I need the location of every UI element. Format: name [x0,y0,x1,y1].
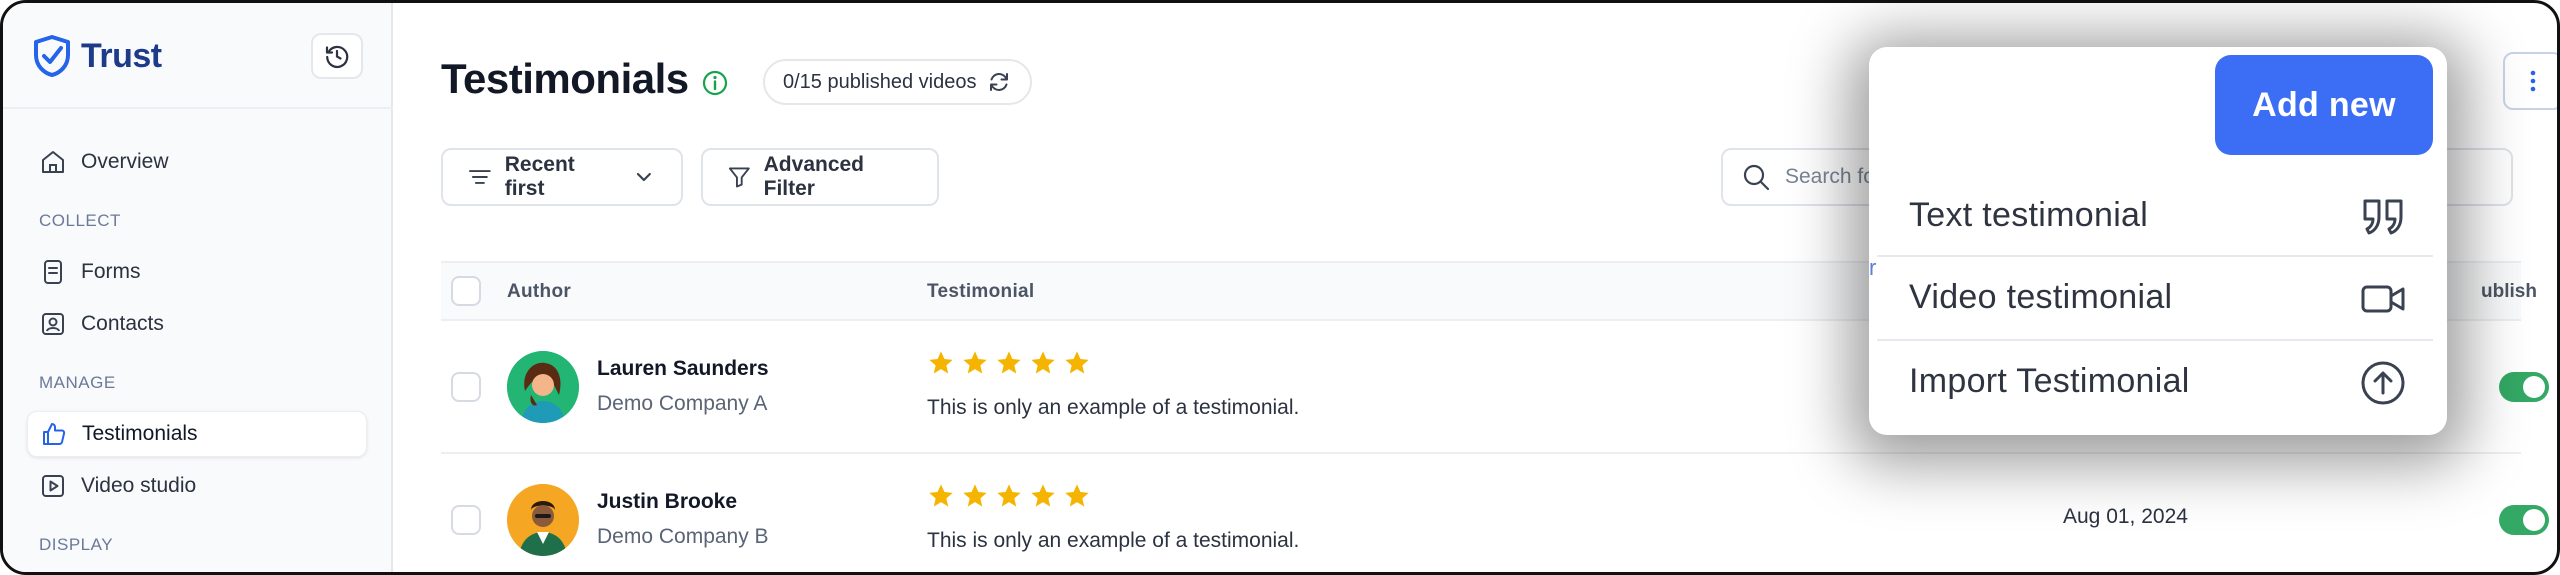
star-icon [997,484,1021,507]
history-clock-icon [325,45,349,69]
sort-lines-icon [468,170,491,184]
page-title: Testimonials [441,55,689,102]
play-square-icon [42,475,64,497]
app-window: Trust Overview COLLECT Forms Contacts MA… [0,0,2560,575]
add-new-button[interactable]: Add new [2215,55,2433,155]
star-icon [1065,351,1089,374]
refresh-icon [990,73,1009,91]
star-icon [929,351,953,374]
search-placeholder: Search fo [1785,165,1875,188]
column-publish[interactable]: ublish [2481,281,2537,303]
star-icon [1031,484,1055,507]
home-icon [42,151,64,173]
advanced-filter-label: Advanced Filter [763,153,865,200]
sort-label: Recent first [504,153,575,200]
testimonial-text: This is only an example of a testimonial… [927,396,1300,419]
sidebar-section-manage: MANAGE [39,373,116,392]
sidebar-item-label: Contacts [81,312,164,335]
sidebar-divider [3,107,393,109]
sidebar-section-display: DISPLAY [39,535,114,554]
testimonial-text: This is only an example of a testimonial… [927,529,1300,552]
avatar [507,484,579,556]
filter-funnel-icon [728,167,750,188]
author-name: Justin Brooke [597,490,738,513]
star-icon [929,484,953,507]
form-document-icon [44,260,62,284]
sidebar-item-label: Overview [81,150,169,173]
quote-icon [2363,199,2403,235]
menu-item-label: Import Testimonial [1909,361,2190,400]
avatar [507,351,579,423]
menu-item-text-testimonial[interactable]: Text testimonial [1877,175,2433,255]
star-rating [927,349,1091,377]
search-icon [1743,164,1770,191]
row-checkbox[interactable] [451,505,481,535]
contact-card-icon [42,313,64,335]
testimonial-date: Aug 01, 2024 [2063,505,2188,528]
sidebar-section-collect: COLLECT [39,211,121,230]
thumbs-up-icon [43,423,66,445]
avatar-illustration [507,484,579,556]
publish-toggle[interactable] [2499,372,2549,402]
star-icon [963,351,987,374]
chevron-down-icon [637,172,652,182]
sidebar-item-testimonials[interactable]: Testimonials [27,411,367,457]
star-rating [927,482,1091,510]
sidebar-item-contacts[interactable]: Contacts [27,301,367,347]
advanced-filter-button[interactable]: Advanced Filter [701,148,939,206]
star-icon [1065,484,1089,507]
column-author[interactable]: Author [507,281,571,303]
menu-item-video-testimonial[interactable]: Video testimonial [1877,257,2433,337]
sidebar-item-forms[interactable]: Forms [27,249,367,295]
star-icon [963,484,987,507]
add-new-menu: Add new Text testimonial Video testimoni… [1869,47,2447,435]
brand-logo[interactable]: Trust [33,33,162,79]
upload-circle-icon [2361,361,2405,405]
star-icon [1031,351,1055,374]
sidebar-item-label: Video studio [81,474,197,497]
sidebar-item-video-studio[interactable]: Video studio [27,463,367,509]
info-icon[interactable] [701,69,729,97]
sidebar-item-label: Forms [81,260,141,283]
menu-item-label: Text testimonial [1909,195,2149,234]
publish-toggle[interactable] [2499,505,2549,535]
more-options-button[interactable] [2503,52,2557,110]
sidebar-item-label: Testimonials [82,422,198,445]
history-button[interactable] [311,33,363,79]
star-icon [997,351,1021,374]
avatar-illustration [507,351,579,423]
sidebar: Trust Overview COLLECT Forms Contacts MA… [3,3,393,572]
menu-item-import-testimonial[interactable]: Import Testimonial [1877,341,2433,421]
sort-dropdown[interactable]: Recent first [441,148,683,206]
row-checkbox[interactable] [451,372,481,402]
shield-check-icon [34,35,70,77]
published-videos-badge[interactable]: 0/15 published videos [763,59,1033,105]
video-camera-icon [2361,285,2405,313]
table-row[interactable]: Justin Brooke Demo Company B This is onl… [441,454,2549,572]
stray-character: r [1869,255,1877,280]
sidebar-item-overview[interactable]: Overview [27,139,367,185]
column-testimonial[interactable]: Testimonial [927,281,1034,303]
author-company: Demo Company A [597,392,768,415]
published-videos-count: 0/15 published videos [783,70,977,93]
menu-item-label: Video testimonial [1909,277,2173,316]
brand-name: Trust [81,36,162,75]
author-company: Demo Company B [597,525,769,548]
kebab-menu-icon [2530,70,2536,92]
select-all-checkbox[interactable] [451,276,481,306]
author-name: Lauren Saunders [597,357,769,380]
